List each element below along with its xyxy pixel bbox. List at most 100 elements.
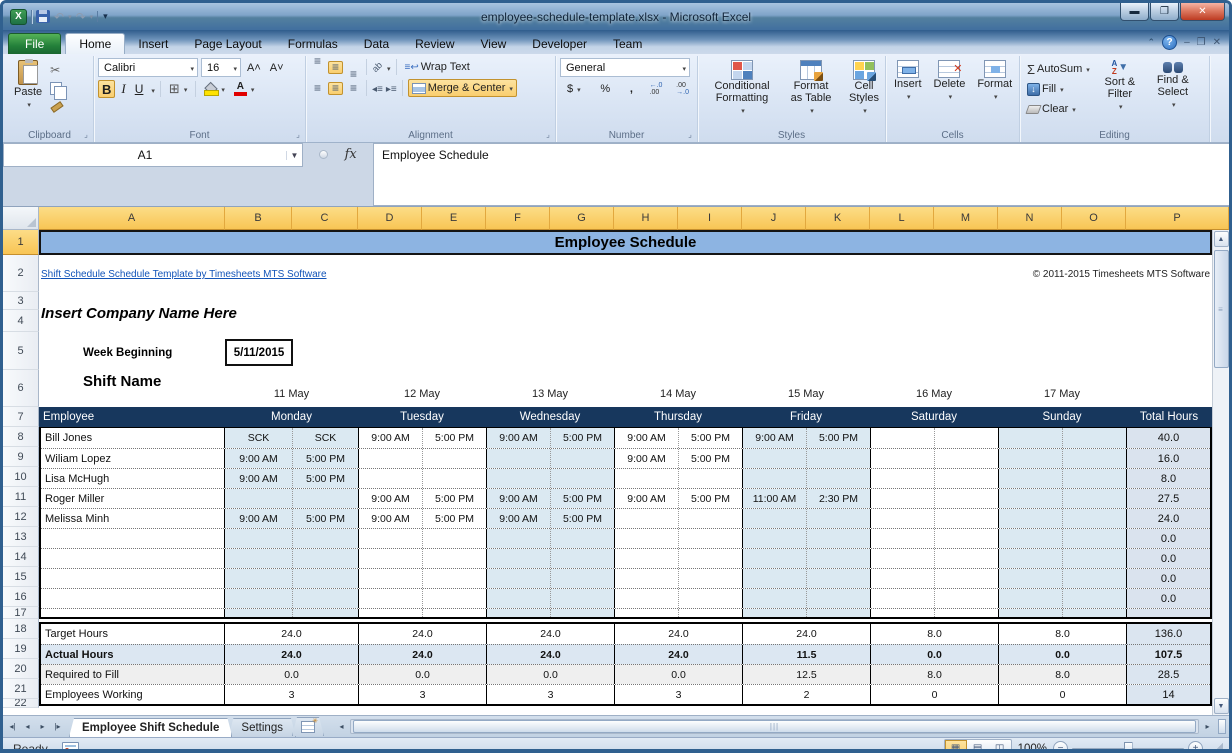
shift-cell[interactable]: 9:00 AM	[358, 428, 422, 448]
shift-cell[interactable]: 5:00 PM	[292, 469, 358, 488]
header-day-saturday[interactable]: Saturday	[870, 407, 998, 427]
shift-cell[interactable]	[422, 529, 486, 548]
header-employee[interactable]: Employee	[39, 407, 225, 427]
ribbon-tab-data[interactable]: Data	[351, 33, 402, 54]
summary-value-cell[interactable]: 0.0	[486, 665, 614, 684]
align-center-icon[interactable]	[328, 82, 343, 95]
summary-value-cell[interactable]: 0.0	[614, 665, 742, 684]
total-hours-cell[interactable]: 0.0	[1126, 529, 1210, 548]
summary-value-cell[interactable]: 8.0	[998, 665, 1126, 684]
number-dialog-launcher[interactable]	[685, 130, 695, 140]
shift-cell[interactable]	[550, 549, 614, 568]
column-header-C[interactable]: C	[292, 207, 358, 230]
total-hours-cell[interactable]: 40.0	[1126, 428, 1210, 448]
shift-cell[interactable]	[292, 569, 358, 588]
row-header-6[interactable]: 6	[3, 370, 39, 407]
shift-cell[interactable]	[934, 469, 998, 488]
shift-cell[interactable]	[486, 529, 550, 548]
wrap-text-button[interactable]: Wrap Text	[402, 58, 473, 76]
normal-view-icon[interactable]	[945, 740, 967, 753]
shift-cell[interactable]: 9:00 AM	[225, 449, 292, 468]
comma-style-icon[interactable]: ,	[627, 80, 636, 98]
formula-bar-drag-dot[interactable]	[319, 150, 328, 159]
shift-cell[interactable]	[292, 489, 358, 508]
shift-cell[interactable]	[742, 569, 806, 588]
column-header-E[interactable]: E	[422, 207, 486, 230]
template-link[interactable]: Shift Schedule Schedule Template by Time…	[41, 269, 327, 280]
shift-cell[interactable]: 5:00 PM	[550, 489, 614, 508]
underline-button[interactable]: U	[132, 80, 147, 98]
borders-icon[interactable]	[169, 81, 180, 97]
shift-cell[interactable]	[614, 509, 678, 528]
schedule-title-cell[interactable]: Employee Schedule	[39, 230, 1212, 255]
shift-cell[interactable]	[870, 609, 934, 617]
row-header-17[interactable]: 17	[3, 607, 39, 619]
shift-cell[interactable]	[1062, 549, 1126, 568]
accounting-arrow[interactable]	[575, 83, 581, 95]
summary-value-cell[interactable]: 2	[742, 685, 870, 704]
scroll-down-icon[interactable]: ▼	[1214, 698, 1229, 714]
shift-cell[interactable]	[870, 589, 934, 608]
total-hours-cell[interactable]: 0.0	[1126, 589, 1210, 608]
conditional-formatting-arrow[interactable]	[739, 104, 745, 118]
shift-cell[interactable]	[358, 609, 422, 617]
row-header-4[interactable]: 4	[3, 310, 39, 332]
shift-cell[interactable]	[998, 489, 1062, 508]
restore-button[interactable]: ❐	[1150, 3, 1179, 21]
shift-cell[interactable]	[422, 569, 486, 588]
header-day-thursday[interactable]: Thursday	[614, 407, 742, 427]
tab-split-handle[interactable]	[1218, 719, 1226, 734]
shift-cell[interactable]	[614, 529, 678, 548]
column-header-D[interactable]: D	[358, 207, 422, 230]
shrink-font-icon[interactable]: A˅	[267, 59, 287, 77]
shift-cell[interactable]	[870, 469, 934, 488]
shift-cell[interactable]	[806, 449, 870, 468]
formula-input[interactable]: Employee Schedule	[373, 143, 1229, 206]
summary-value-cell[interactable]: 12.5	[742, 665, 870, 684]
shift-cell[interactable]	[1062, 449, 1126, 468]
hscroll-right-icon[interactable]: ▸	[1200, 719, 1215, 734]
cut-icon[interactable]	[50, 61, 62, 79]
shift-cell[interactable]: 5:00 PM	[678, 428, 742, 448]
row-header-7[interactable]: 7	[3, 407, 39, 427]
summary-value-cell[interactable]: 0	[870, 685, 998, 704]
workbook-close-icon[interactable]: ✕	[1213, 38, 1221, 48]
header-day-friday[interactable]: Friday	[742, 407, 870, 427]
ribbon-tab-formulas[interactable]: Formulas	[275, 33, 351, 54]
shift-cell[interactable]	[292, 549, 358, 568]
shift-cell[interactable]	[934, 529, 998, 548]
shift-cell[interactable]	[998, 569, 1062, 588]
shift-cell[interactable]	[998, 449, 1062, 468]
shift-cell[interactable]: 11:00 AM	[742, 489, 806, 508]
vertical-scroll-thumb[interactable]: ≡	[1214, 250, 1229, 368]
header-day-sunday[interactable]: Sunday	[998, 407, 1126, 427]
insert-worksheet-tab[interactable]	[292, 717, 324, 736]
row-header-3[interactable]: 3	[3, 292, 39, 310]
shift-cell[interactable]	[292, 609, 358, 617]
shift-cell[interactable]: 5:00 PM	[550, 428, 614, 448]
percent-style-icon[interactable]: %	[597, 80, 613, 98]
shift-cell[interactable]	[486, 569, 550, 588]
header-total-hours[interactable]: Total Hours	[1126, 407, 1212, 427]
column-header-G[interactable]: G	[550, 207, 614, 230]
shift-cell[interactable]	[678, 509, 742, 528]
excel-logo-icon[interactable]: X	[10, 9, 27, 25]
company-name-cell[interactable]: Insert Company Name Here	[41, 305, 237, 322]
total-hours-cell[interactable]: 0.0	[1126, 549, 1210, 568]
shift-cell[interactable]: 9:00 AM	[358, 509, 422, 528]
shift-cell[interactable]	[292, 589, 358, 608]
row-header-16[interactable]: 16	[3, 587, 39, 607]
shift-cell[interactable]	[934, 609, 998, 617]
merge-center-button[interactable]: Merge & Center	[408, 79, 517, 97]
shift-cell[interactable]: 9:00 AM	[742, 428, 806, 448]
total-hours-cell[interactable]: 0.0	[1126, 569, 1210, 588]
shift-cell[interactable]	[678, 569, 742, 588]
shift-cell[interactable]: 5:00 PM	[422, 509, 486, 528]
zoom-track[interactable]	[1072, 748, 1184, 750]
shift-cell[interactable]	[225, 609, 292, 617]
summary-label-cell[interactable]: Target Hours	[41, 624, 225, 644]
summary-label-cell[interactable]: Required to Fill	[41, 665, 225, 684]
decrease-indent-icon[interactable]	[372, 79, 383, 97]
shift-cell[interactable]	[678, 469, 742, 488]
shift-cell[interactable]: 9:00 AM	[225, 469, 292, 488]
